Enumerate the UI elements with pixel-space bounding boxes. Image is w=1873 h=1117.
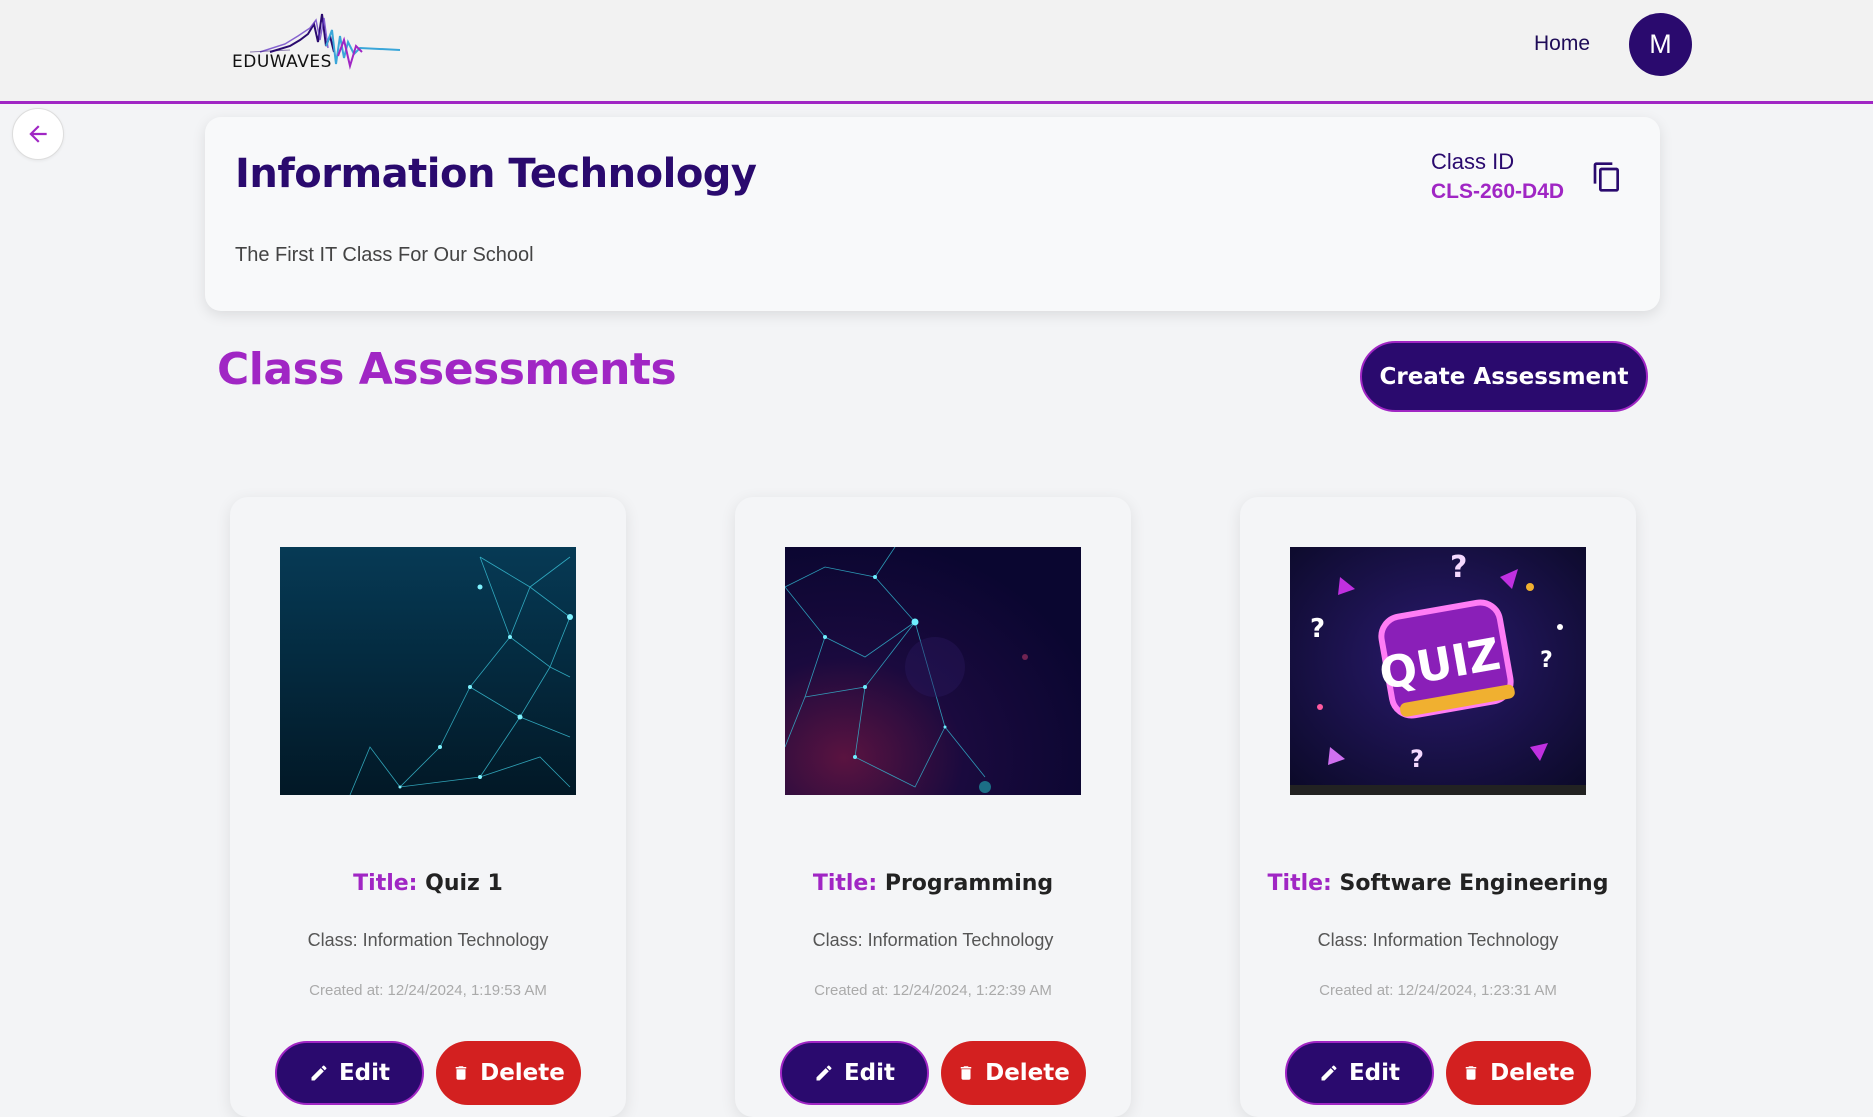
svg-text:?: ? <box>1450 550 1467 585</box>
eduwaves-logo[interactable]: EDUWAVES <box>230 6 400 82</box>
svg-text:?: ? <box>1310 614 1325 644</box>
assessment-title: Title: Programming <box>735 871 1131 896</box>
svg-text:?: ? <box>1410 745 1424 773</box>
class-info-card: Information Technology The First IT Clas… <box>205 117 1660 311</box>
edit-button[interactable]: Edit <box>780 1041 929 1105</box>
arrow-left-icon <box>29 125 47 143</box>
svg-text:?: ? <box>1540 648 1553 673</box>
delete-label: Delete <box>480 1060 565 1086</box>
top-navbar: EDUWAVES Home M <box>0 0 1873 104</box>
assessment-thumbnail: QUIZ ? ? ? ? <box>1290 547 1586 795</box>
delete-button[interactable]: Delete <box>1446 1041 1591 1105</box>
title-label: Title: <box>353 871 418 896</box>
pencil-icon <box>311 1065 327 1081</box>
nav-home-link[interactable]: Home <box>1534 32 1590 56</box>
delete-button[interactable]: Delete <box>941 1041 1086 1105</box>
section-title: Class Assessments <box>217 344 677 395</box>
assessment-title: Title: Quiz 1 <box>230 871 626 896</box>
network-image <box>785 547 1081 795</box>
class-description: The First IT Class For Our School <box>235 244 534 266</box>
edit-button[interactable]: Edit <box>1285 1041 1434 1105</box>
pencil-icon <box>816 1065 832 1081</box>
edit-label: Edit <box>1348 1060 1401 1086</box>
delete-button[interactable]: Delete <box>436 1041 581 1105</box>
assessment-created-at: Created at: 12/24/2024, 1:22:39 AM <box>814 982 1052 999</box>
title-label: Title: <box>812 871 878 896</box>
back-button[interactable] <box>12 108 64 160</box>
create-assessment-button[interactable]: Create Assessment <box>1360 341 1648 412</box>
trash-icon <box>1465 1066 1477 1080</box>
user-avatar[interactable]: M <box>1629 13 1692 76</box>
trash-icon <box>455 1066 467 1080</box>
assessment-thumbnail <box>785 547 1081 795</box>
assessment-created-at: Created at: 12/24/2024, 1:19:53 AM <box>309 982 547 999</box>
class-id-label: Class ID <box>1431 149 1515 174</box>
assessment-class: Class: Information Technology <box>1317 930 1559 950</box>
edit-label: Edit <box>843 1060 896 1086</box>
network-image <box>280 547 576 795</box>
assessment-thumbnail <box>280 547 576 795</box>
assessment-class: Class: Information Technology <box>307 930 549 950</box>
copy-class-id-button[interactable] <box>1591 159 1623 195</box>
logo-text: EDUWAVES <box>232 52 332 72</box>
pencil-icon <box>1321 1065 1337 1081</box>
copy-icon <box>1593 162 1619 192</box>
assessment-class: Class: Information Technology <box>812 930 1054 950</box>
class-title: Information Technology <box>235 151 757 197</box>
assessment-card: Title: Programming Class: Information Te… <box>735 497 1131 1117</box>
delete-label: Delete <box>985 1060 1070 1086</box>
assessment-title: Title: Software Engineering <box>1240 871 1636 896</box>
assessment-card: QUIZ ? ? ? ? Title: Software Engineering… <box>1240 497 1636 1117</box>
assessment-card: Title: Quiz 1 Class: Information Technol… <box>230 497 626 1117</box>
title-value: Software Engineering <box>1339 871 1609 896</box>
title-value: Programming <box>884 871 1054 896</box>
edit-button[interactable]: Edit <box>275 1041 424 1105</box>
class-id-value: CLS-260-D4D <box>1431 180 1565 203</box>
trash-icon <box>960 1066 972 1080</box>
quiz-image: QUIZ ? ? ? ? <box>1290 547 1586 795</box>
title-value: Quiz 1 <box>425 871 503 896</box>
edit-label: Edit <box>338 1060 391 1086</box>
assessment-created-at: Created at: 12/24/2024, 1:23:31 AM <box>1319 982 1557 999</box>
title-label: Title: <box>1267 871 1332 896</box>
delete-label: Delete <box>1490 1060 1575 1086</box>
